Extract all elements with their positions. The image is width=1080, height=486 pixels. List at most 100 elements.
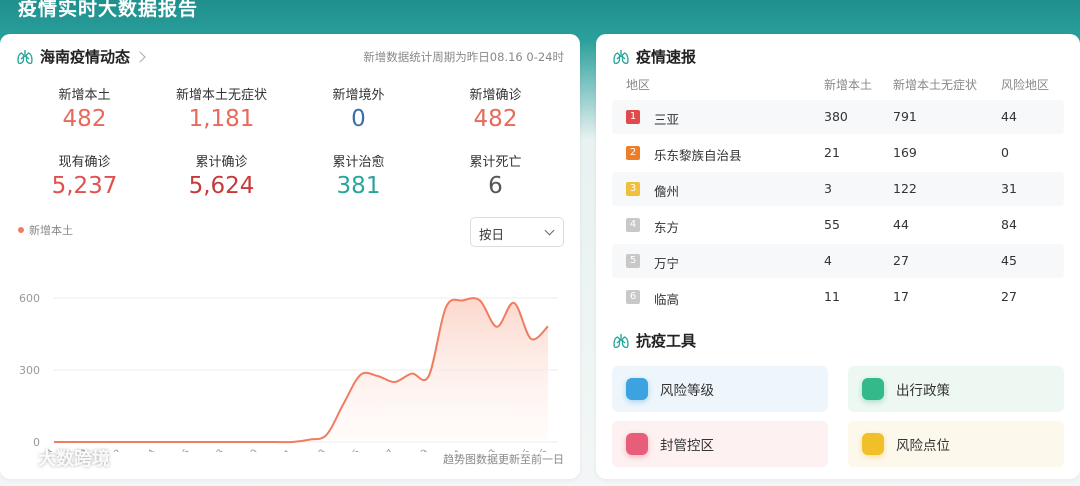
stat-value: 5,624	[188, 173, 255, 199]
watermark-text: 大数跨境	[38, 449, 110, 470]
stat-value: 1,181	[188, 106, 255, 132]
epidemic-brief-title: 疫情速报	[636, 48, 697, 66]
x-tick-label: 7.30	[240, 447, 261, 452]
stat-label: 新增本土	[58, 88, 111, 103]
data-point[interactable]	[376, 375, 378, 377]
tool-lockdown-zone-button[interactable]: 封管控区	[612, 421, 828, 467]
data-point[interactable]	[121, 441, 123, 443]
data-point[interactable]	[189, 441, 191, 443]
period-select[interactable]: 按日	[470, 217, 564, 247]
lungs-icon	[17, 49, 33, 64]
x-tick-label: 8.5	[345, 447, 363, 452]
chevron-right-icon	[134, 50, 146, 63]
stat-new-confirmed: 新增确诊 482	[427, 84, 564, 132]
stat-label: 累计确诊	[195, 155, 248, 170]
data-point[interactable]	[462, 299, 464, 301]
cell-region: 三亚	[654, 112, 680, 127]
data-point[interactable]	[445, 306, 447, 308]
cell-risk-areas: 31	[1001, 181, 1017, 196]
cell-risk-areas: 44	[1001, 109, 1017, 124]
data-point[interactable]	[257, 441, 259, 443]
table-row[interactable]: 1 三亚 380 791 44	[612, 100, 1064, 134]
table-row[interactable]: 4 东方 55 44 84	[612, 208, 1064, 242]
column-header-region: 地区	[626, 78, 651, 92]
rank-badge: 1	[626, 110, 640, 124]
watermark-logo-icon	[11, 452, 31, 464]
x-tick-label: 8.7	[379, 447, 397, 452]
tools-header: 抗疫工具	[612, 330, 696, 351]
chart-legend[interactable]: 新增本土	[18, 222, 73, 238]
cell-new-asymptomatic: 122	[893, 181, 917, 196]
data-point[interactable]	[530, 338, 532, 340]
cell-new-local: 11	[824, 289, 840, 304]
rank-badge: 2	[626, 146, 640, 160]
cell-region: 乐东黎族自治县	[654, 148, 742, 163]
data-point[interactable]	[155, 441, 157, 443]
rank-badge: 5	[626, 254, 640, 268]
tool-risk-point-button[interactable]: 风险点位	[848, 421, 1064, 467]
column-header-risk-areas: 风险地区	[1001, 78, 1050, 92]
table-row[interactable]: 6 临高 11 17 27	[612, 280, 1064, 314]
data-point[interactable]	[325, 434, 327, 436]
stat-label: 累计治愈	[332, 155, 385, 170]
cell-new-asymptomatic: 17	[893, 289, 909, 304]
stat-value: 5,237	[51, 173, 118, 199]
stat-label: 新增本土无症状	[175, 88, 267, 103]
table-row[interactable]: 3 儋州 3 122 31	[612, 172, 1064, 206]
epidemic-brief-header: 疫情速报	[612, 46, 696, 67]
data-point[interactable]	[428, 375, 430, 377]
data-point[interactable]	[342, 402, 344, 404]
x-tick-label: 8.1	[277, 447, 295, 452]
column-header-new-local: 新增本土	[824, 78, 873, 92]
stat-current-confirmed: 现有确诊 5,237	[16, 151, 153, 199]
data-point[interactable]	[496, 326, 498, 328]
car-icon	[862, 378, 884, 400]
lungs-icon	[613, 333, 629, 348]
hainan-dynamics-header[interactable]: 海南疫情动态	[16, 46, 146, 67]
x-tick-label: 7.24	[138, 447, 159, 452]
stat-value: 482	[62, 106, 107, 132]
data-point[interactable]	[223, 441, 225, 443]
data-point[interactable]	[138, 441, 140, 443]
cell-new-local: 4	[824, 253, 832, 268]
stat-new-imported: 新增境外 0	[290, 84, 427, 132]
data-point[interactable]	[172, 441, 174, 443]
rank-badge: 6	[626, 290, 640, 304]
data-point[interactable]	[308, 438, 310, 440]
data-point[interactable]	[393, 381, 395, 383]
data-point[interactable]	[240, 441, 242, 443]
tool-label: 出行政策	[896, 383, 950, 399]
legend-label: 新增本土	[29, 224, 73, 237]
data-point[interactable]	[479, 299, 481, 301]
cell-risk-areas: 27	[1001, 289, 1017, 304]
stat-new-local: 新增本土 482	[16, 84, 153, 132]
tool-label: 风险点位	[896, 438, 950, 454]
stat-label: 新增境外	[332, 88, 385, 103]
stat-value: 381	[336, 173, 381, 199]
data-point[interactable]	[291, 441, 293, 443]
data-point[interactable]	[206, 441, 208, 443]
x-tick-label: 8.9	[414, 447, 432, 452]
data-point[interactable]	[274, 441, 276, 443]
data-point[interactable]	[70, 441, 72, 443]
data-point[interactable]	[104, 441, 106, 443]
data-point[interactable]	[547, 325, 549, 327]
data-point[interactable]	[513, 302, 515, 304]
data-point[interactable]	[359, 374, 361, 376]
lockdown-zone-icon	[626, 433, 648, 455]
stat-value: 482	[473, 106, 518, 132]
tool-risk-level-button[interactable]: 风险等级	[612, 366, 828, 412]
cell-new-asymptomatic: 27	[893, 253, 909, 268]
trend-chart: 60030007.187.207.227.247.267.287.308.18.…	[19, 292, 558, 452]
tools-title: 抗疫工具	[636, 332, 697, 350]
legend-dot-icon	[18, 227, 24, 233]
cell-new-asymptomatic: 44	[893, 217, 909, 232]
chart-footnote: 趋势图数据更新至前一日	[443, 453, 564, 466]
data-point[interactable]	[53, 441, 55, 443]
table-row[interactable]: 5 万宁 4 27 45	[612, 244, 1064, 278]
data-point[interactable]	[411, 372, 413, 374]
table-row[interactable]: 2 乐东黎族自治县 21 169 0	[612, 136, 1064, 170]
cell-region: 临高	[654, 292, 680, 307]
data-point[interactable]	[87, 441, 89, 443]
tool-travel-policy-button[interactable]: 出行政策	[848, 366, 1064, 412]
